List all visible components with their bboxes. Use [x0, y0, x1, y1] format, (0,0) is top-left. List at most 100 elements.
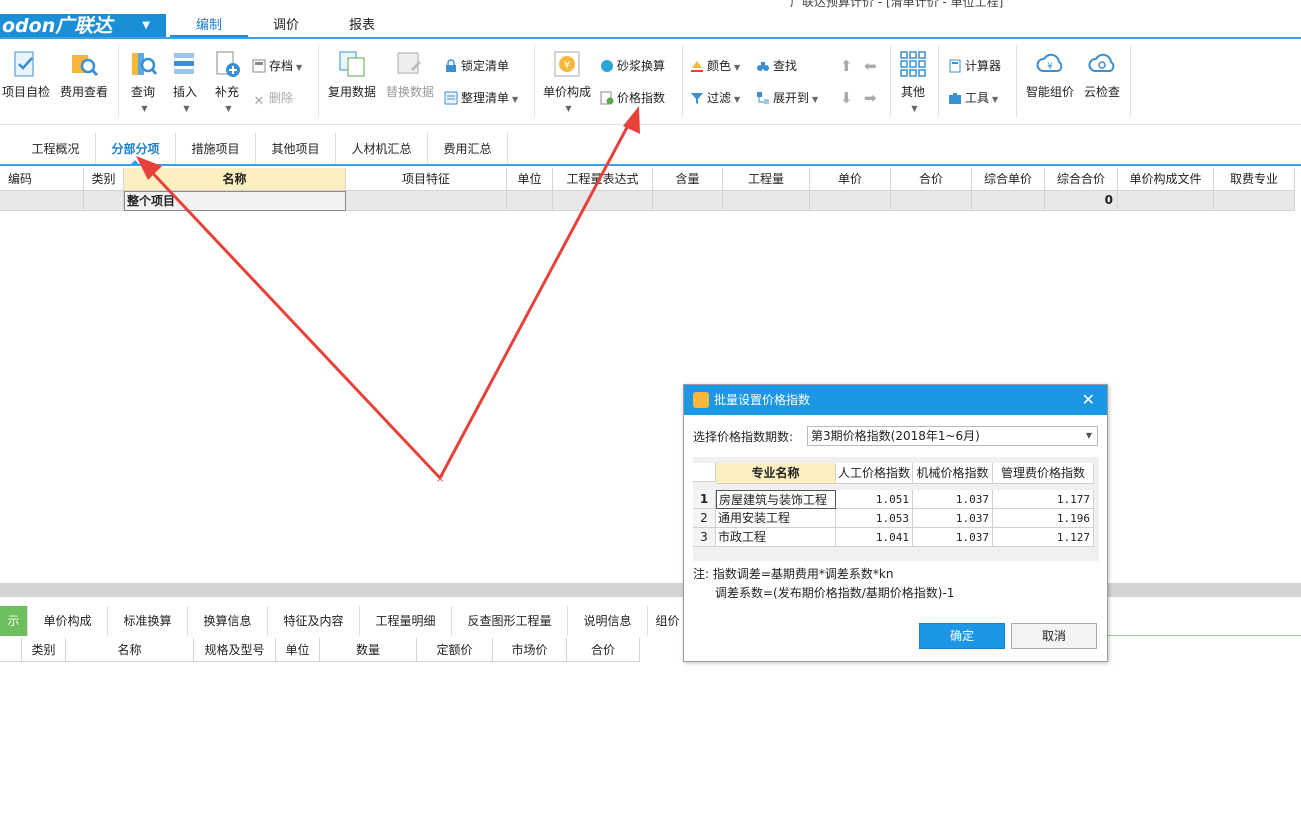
grid-header-type[interactable]: 类别	[84, 168, 124, 191]
grid-cell[interactable]	[1118, 191, 1214, 211]
grid-cell-name[interactable]: 整个项目	[124, 191, 346, 211]
period-select[interactable]: 第3期价格指数(2018年1~6月) ▼	[807, 426, 1098, 446]
labor-index-cell[interactable]: 1.051	[836, 490, 913, 509]
detail-header-name[interactable]: 名称	[66, 638, 194, 662]
grid-cell[interactable]	[0, 191, 84, 211]
grid-header-total-price[interactable]: 合价	[891, 168, 972, 191]
tab-labor-material-machine[interactable]: 人材机汇总	[336, 133, 428, 165]
machine-index-cell[interactable]: 1.037	[913, 528, 993, 547]
col-header-machine-index[interactable]: 机械价格指数	[913, 463, 993, 484]
move-left-button[interactable]: ⬅	[864, 57, 877, 75]
grid-cell[interactable]	[723, 191, 810, 211]
grid-header-composition-file[interactable]: 单价构成文件	[1118, 168, 1214, 191]
query-button[interactable]: 查询 ▼	[124, 49, 162, 114]
detail-header-quantity[interactable]: 数量	[320, 638, 417, 662]
organize-list-button[interactable]: 整理清单 ▼	[444, 89, 518, 107]
detail-header-quota-price[interactable]: 定额价	[417, 638, 493, 662]
grid-header-fee-specialty[interactable]: 取费专业	[1214, 168, 1295, 191]
tab-features-content[interactable]: 特征及内容	[268, 606, 360, 636]
grid-cell[interactable]	[891, 191, 972, 211]
fee-view-button[interactable]: 费用查看	[56, 49, 112, 100]
cloud-check-button[interactable]: 云检查	[1080, 49, 1124, 100]
lock-list-button[interactable]: 锁定清单	[444, 57, 509, 75]
tools-button[interactable]: 工具 ▼	[948, 89, 998, 107]
supplement-button[interactable]: 补充 ▼	[208, 49, 246, 114]
grid-header-unit[interactable]: 单位	[507, 168, 553, 191]
machine-index-cell[interactable]: 1.037	[913, 490, 993, 509]
confirm-button[interactable]: 确定	[919, 623, 1005, 649]
mgmt-index-cell[interactable]: 1.127	[993, 528, 1094, 547]
tab-standard-conversion[interactable]: 标准换算	[108, 606, 188, 636]
specialty-name-cell[interactable]: 市政工程	[716, 528, 836, 547]
specialty-name-cell[interactable]: 房屋建筑与装饰工程	[716, 490, 836, 509]
tab-other-items[interactable]: 其他项目	[256, 133, 336, 165]
tab-description[interactable]: 说明信息	[568, 606, 648, 636]
tab-unit-price-composition[interactable]: 单价构成	[28, 606, 108, 636]
grid-cell[interactable]	[507, 191, 553, 211]
grid-header-composite-unit-price[interactable]: 综合单价	[972, 168, 1045, 191]
move-up-button[interactable]: ⬆	[840, 57, 853, 75]
grid-cell[interactable]	[653, 191, 723, 211]
find-button[interactable]: 查找	[756, 57, 797, 75]
specialty-name-cell[interactable]: 通用安装工程	[716, 509, 836, 528]
project-check-button[interactable]: 项目自检	[0, 49, 52, 100]
grid-header-features[interactable]: 项目特征	[346, 168, 507, 191]
close-icon[interactable]: ✕	[1082, 385, 1095, 415]
grid-cell[interactable]	[1214, 191, 1295, 211]
grid-header-composite-total[interactable]: 综合合价	[1045, 168, 1118, 191]
detail-header-market-price[interactable]: 市场价	[493, 638, 567, 662]
menu-tab-report[interactable]: 报表	[324, 14, 400, 38]
tab-pricing[interactable]: 组价	[648, 606, 688, 636]
unit-price-composition-button[interactable]: ¥ 单价构成 ▼	[540, 49, 594, 114]
move-right-button[interactable]: ➡	[864, 89, 877, 107]
grid-header-code[interactable]: 编码	[0, 168, 84, 191]
grid-header-name[interactable]: 名称	[124, 168, 346, 191]
filter-button[interactable]: 过滤 ▼	[690, 89, 740, 107]
color-button[interactable]: 颜色 ▼	[690, 57, 740, 75]
tab-fee-summary[interactable]: 费用汇总	[428, 133, 508, 165]
app-logo[interactable]: odon广联达 ▼	[0, 14, 166, 38]
grid-cell-composite-total[interactable]: 0	[1045, 191, 1118, 211]
grid-header-unit-price[interactable]: 单价	[810, 168, 891, 191]
reuse-data-button[interactable]: 复用数据	[324, 49, 380, 100]
tab-project-overview[interactable]: 工程概况	[16, 133, 96, 165]
detail-header-total[interactable]: 合价	[567, 638, 640, 662]
grid-cell[interactable]	[346, 191, 507, 211]
smart-pricing-button[interactable]: ¥ 智能组价	[1022, 49, 1078, 100]
calculator-button[interactable]: 计算器	[948, 57, 1001, 75]
replace-data-button[interactable]: 替换数据	[382, 49, 438, 100]
tab-quantity-detail[interactable]: 工程量明细	[360, 606, 452, 636]
insert-button[interactable]: 插入 ▼	[166, 49, 204, 114]
move-down-button[interactable]: ⬇	[840, 89, 853, 107]
delete-button[interactable]: ✕ 删除	[252, 89, 293, 109]
grid-cell[interactable]	[810, 191, 891, 211]
mortar-conversion-button[interactable]: 砂浆换算	[600, 57, 665, 75]
grid-header-content[interactable]: 含量	[653, 168, 723, 191]
expand-to-button[interactable]: 展开到 ▼	[756, 89, 818, 107]
mgmt-index-cell[interactable]: 1.196	[993, 509, 1094, 528]
mgmt-index-cell[interactable]: 1.177	[993, 490, 1094, 509]
menu-tab-adjust[interactable]: 调价	[248, 14, 324, 38]
dialog-title-bar[interactable]: 批量设置价格指数 ✕	[684, 385, 1107, 415]
tab-measures[interactable]: 措施项目	[176, 133, 256, 165]
cancel-button[interactable]: 取消	[1011, 623, 1097, 649]
other-button[interactable]: 其他 ▼	[896, 49, 930, 114]
tab-graphic-quantity-lookup[interactable]: 反查图形工程量	[452, 606, 568, 636]
col-header-labor-index[interactable]: 人工价格指数	[836, 463, 913, 484]
archive-button[interactable]: 存档 ▼	[252, 57, 302, 75]
grid-header-quantity-expression[interactable]: 工程量表达式	[553, 168, 653, 191]
col-header-specialty[interactable]: 专业名称	[716, 463, 836, 484]
grid-header-quantity[interactable]: 工程量	[723, 168, 810, 191]
menu-tab-edit[interactable]: 编制	[170, 14, 248, 38]
col-header-mgmt-index[interactable]: 管理费价格指数	[993, 463, 1094, 484]
labor-index-cell[interactable]: 1.041	[836, 528, 913, 547]
grid-cell[interactable]	[553, 191, 653, 211]
price-index-button[interactable]: 价格指数	[600, 89, 665, 107]
tab-display[interactable]: 示	[0, 606, 28, 636]
detail-header-unit[interactable]: 单位	[276, 638, 320, 662]
machine-index-cell[interactable]: 1.037	[913, 509, 993, 528]
detail-header-spec[interactable]: 规格及型号	[194, 638, 276, 662]
detail-header-type[interactable]: 类别	[22, 638, 66, 662]
tab-conversion-info[interactable]: 换算信息	[188, 606, 268, 636]
grid-cell[interactable]	[972, 191, 1045, 211]
